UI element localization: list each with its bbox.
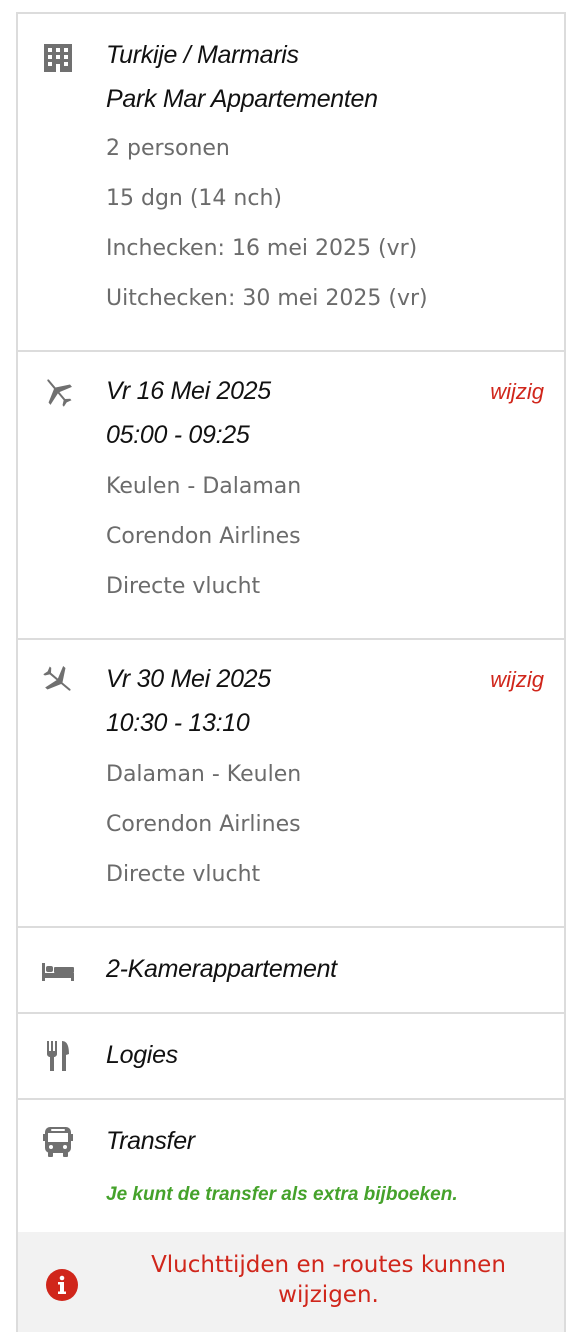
persons-text: 2 personen [106,136,230,161]
checkin-text: Inchecken: 16 mei 2025 (vr) [106,236,418,261]
airplane-departure-icon [40,374,76,410]
return-times: 10:30 - 13:10 [106,709,250,737]
flight-times-notice: Vluchttijden en -routes kunnen wijzigen. [18,1232,564,1332]
info-icon [45,1268,79,1302]
board-type: Logies [106,1041,178,1069]
return-airline: Corendon Airlines [106,812,301,837]
destination-title: Turkije / Marmaris [106,41,299,69]
accommodation-section: Turkije / Marmaris Park Mar Appartemente… [18,14,564,352]
outbound-date: Vr 16 Mei 2025 [106,377,271,405]
outbound-route: Keulen - Dalaman [106,474,302,499]
return-date: Vr 30 Mei 2025 [106,665,271,693]
transfer-note: Je kunt de transfer als extra bijboeken. [106,1184,458,1205]
return-flight-section: Vr 30 Mei 2025 wijzig 10:30 - 13:10 Dala… [18,640,564,928]
checkout-text: Uitchecken: 30 mei 2025 (vr) [106,286,428,311]
building-icon [40,38,76,74]
booking-summary-card: Turkije / Marmaris Park Mar Appartemente… [16,12,566,1332]
duration-text: 15 dgn (14 nch) [106,186,282,211]
bed-icon [40,953,76,989]
notice-text: Vluchttijden en -routes kunnen wijzigen. [151,1252,506,1308]
return-change-link[interactable]: wijzig [490,667,544,693]
outbound-flight-section: Vr 16 Mei 2025 wijzig 05:00 - 09:25 Keul… [18,352,564,640]
outbound-change-link[interactable]: wijzig [490,379,544,405]
outbound-flight-type: Directe vlucht [106,574,261,599]
outbound-times: 05:00 - 09:25 [106,421,250,449]
hotel-name: Park Mar Appartementen [106,85,378,113]
transfer-section: Transfer Je kunt de transfer als extra b… [18,1100,564,1232]
fork-knife-icon [40,1038,76,1074]
bus-icon [40,1124,76,1160]
board-section: Logies [18,1014,564,1100]
room-section: 2-Kamerappartement [18,928,564,1014]
transfer-label: Transfer [106,1127,195,1155]
airplane-arrival-icon [40,662,76,698]
room-type: 2-Kamerappartement [106,955,337,983]
return-flight-type: Directe vlucht [106,862,261,887]
outbound-airline: Corendon Airlines [106,524,301,549]
return-route: Dalaman - Keulen [106,762,302,787]
